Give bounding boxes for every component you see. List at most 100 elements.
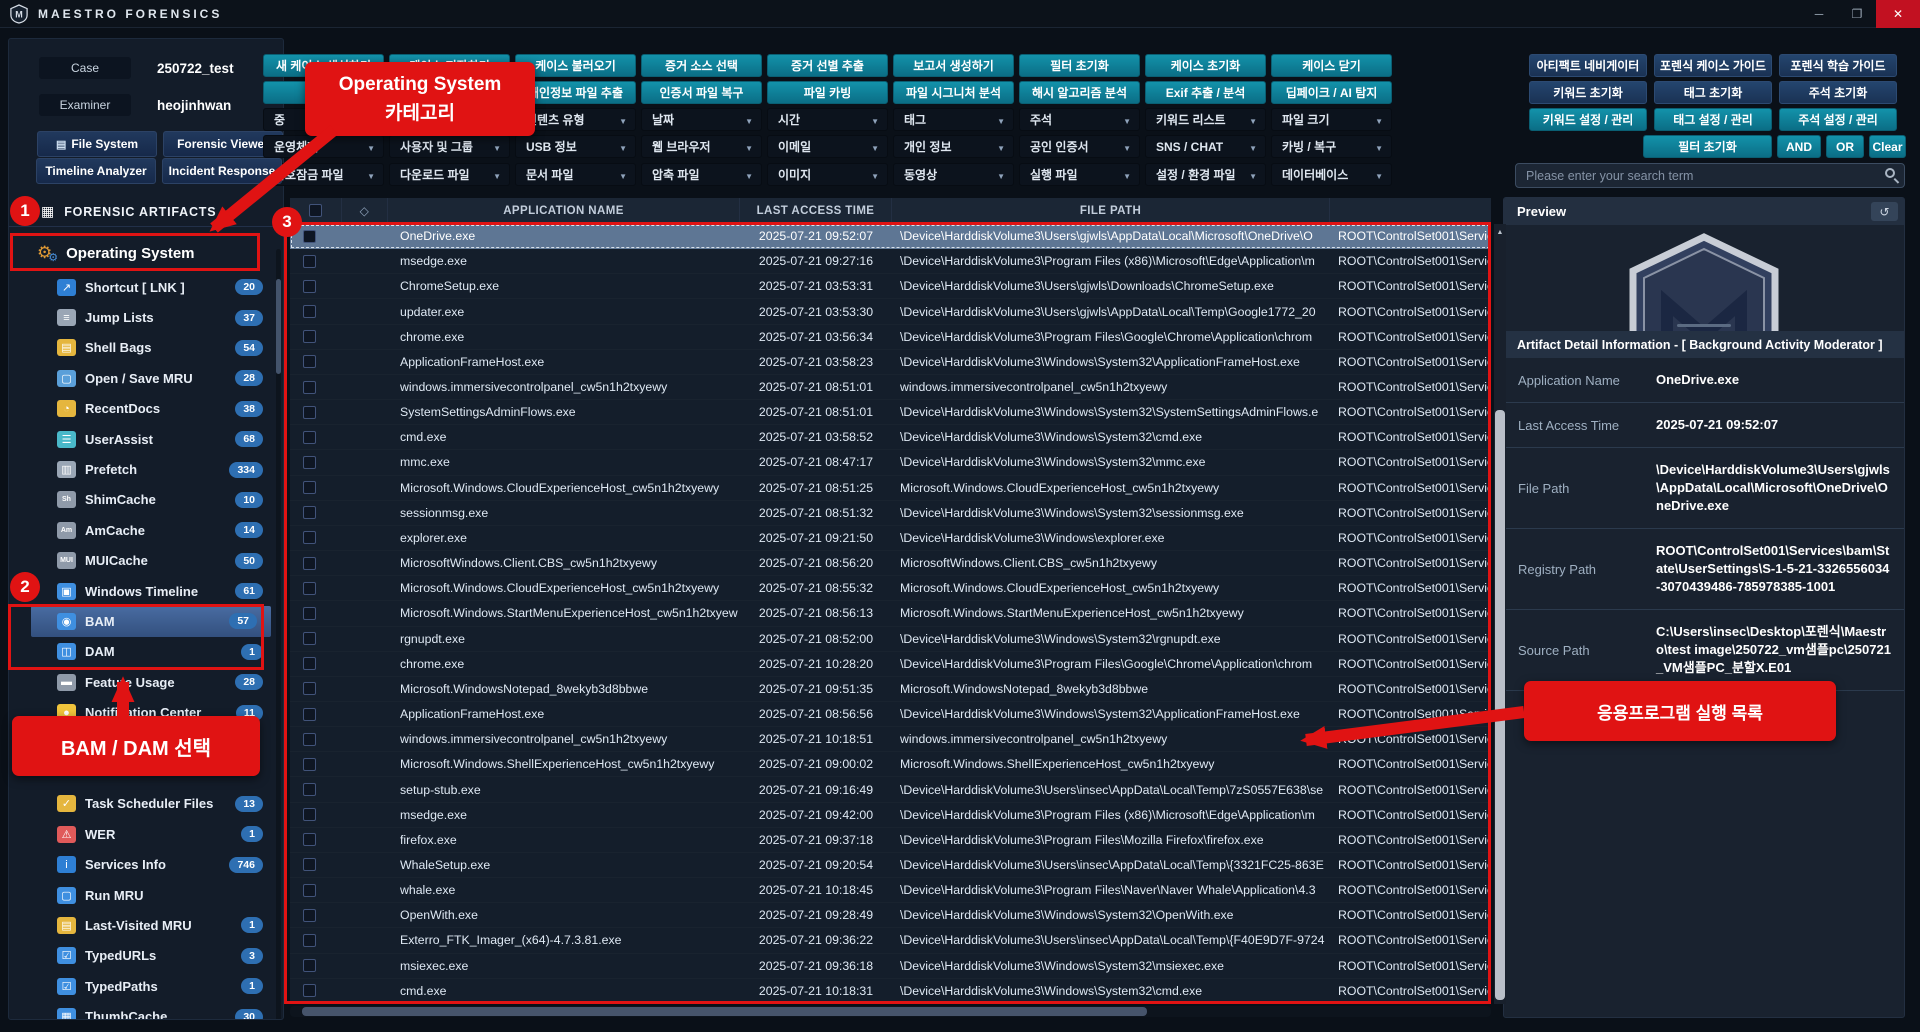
sidebar-artifact-item[interactable]: ☑ TypedPaths 1 (9, 971, 277, 1001)
row-checkbox[interactable] (303, 355, 316, 368)
table-row[interactable]: Microsoft.Windows.StartMenuExperienceHos… (290, 601, 1491, 626)
reset-button[interactable]: 키워드 초기화 (1529, 81, 1647, 104)
analysis-action-button[interactable] (389, 81, 510, 104)
filter-dropdown[interactable]: 데이터베이스 (1271, 163, 1392, 186)
case-action-button[interactable]: 증거 선별 추출 (767, 54, 888, 77)
analysis-action-button[interactable]: Exif 추출 / 분석 (1145, 81, 1266, 104)
row-checkbox[interactable] (303, 682, 316, 695)
filter-dropdown[interactable]: 컨텐츠 유형 (515, 108, 636, 131)
case-action-button[interactable]: 새 케이스 생성하기 (263, 54, 384, 77)
filter-dropdown[interactable] (389, 108, 510, 131)
table-horizontal-scrollbar[interactable] (290, 1006, 1491, 1017)
minimize-button[interactable]: ─ (1800, 0, 1838, 28)
sidebar-artifact-item[interactable]: ▣ Windows Timeline 61 (9, 576, 277, 606)
table-row[interactable]: SystemSettingsAdminFlows.exe 2025-07-21 … (290, 400, 1491, 425)
table-row[interactable]: cmd.exe 2025-07-21 03:58:52 \Device\Hard… (290, 425, 1491, 450)
case-action-button[interactable]: 케이스 저장하기 (389, 54, 510, 77)
row-checkbox[interactable] (303, 230, 316, 243)
table-row[interactable]: cmd.exe 2025-07-21 10:18:31 \Device\Hard… (290, 979, 1491, 1004)
filter-dropdown[interactable]: 이메일 (767, 135, 888, 158)
filter-dropdown[interactable]: 중 (263, 108, 384, 131)
sidebar-artifact-item[interactable]: ▢ Open / Save MRU 28 (9, 363, 277, 393)
row-checkbox[interactable] (303, 431, 316, 444)
filter-reset-button[interactable]: 필터 초기화 (1643, 135, 1772, 158)
table-row[interactable]: Exterro_FTK_Imager_(x64)-4.7.3.81.exe 20… (290, 928, 1491, 953)
row-checkbox[interactable] (303, 858, 316, 871)
clear-button[interactable]: Clear (1869, 135, 1906, 158)
case-action-button[interactable]: 필터 초기화 (1019, 54, 1140, 77)
table-vertical-scroll-thumb[interactable] (1495, 410, 1505, 1000)
filter-dropdown[interactable]: 압축 파일 (641, 163, 762, 186)
row-checkbox[interactable] (303, 758, 316, 771)
row-checkbox[interactable] (303, 557, 316, 570)
module-nav-button[interactable]: ▤File System (37, 131, 157, 157)
guide-button[interactable]: 포렌식 학습 가이드 (1779, 54, 1897, 77)
row-checkbox[interactable] (303, 330, 316, 343)
filter-dropdown[interactable]: 다운로드 파일 (389, 163, 510, 186)
table-row[interactable]: Microsoft.Windows.ShellExperienceHost_cw… (290, 752, 1491, 777)
filter-dropdown[interactable]: 태그 (893, 108, 1014, 131)
row-checkbox[interactable] (303, 783, 316, 796)
table-row[interactable]: msiexec.exe 2025-07-21 09:36:18 \Device\… (290, 954, 1491, 979)
row-checkbox[interactable] (303, 984, 316, 997)
sidebar-artifact-item[interactable]: ▬ Feature Usage 28 (9, 667, 277, 697)
filter-dropdown[interactable]: 공인 인증서 (1019, 135, 1140, 158)
filter-dropdown[interactable]: 사용자 및 그룹 (389, 135, 510, 158)
row-checkbox[interactable] (303, 305, 316, 318)
filter-dropdown[interactable]: 실행 파일 (1019, 163, 1140, 186)
sidebar-artifact-item[interactable]: ◫ DAM 1 (9, 637, 277, 667)
analysis-action-button[interactable]: 암 (263, 81, 384, 104)
and-button[interactable]: AND (1777, 135, 1821, 158)
case-action-button[interactable]: 케이스 불러오기 (515, 54, 636, 77)
row-checkbox[interactable] (303, 632, 316, 645)
table-row[interactable]: msedge.exe 2025-07-21 09:27:16 \Device\H… (290, 249, 1491, 274)
row-checkbox[interactable] (303, 934, 316, 947)
sidebar-artifact-item[interactable]: ✓ Task Scheduler Files 13 (9, 789, 277, 819)
row-checkbox[interactable] (303, 708, 316, 721)
analysis-action-button[interactable]: 해시 알고리즘 분석 (1019, 81, 1140, 104)
row-checkbox[interactable] (303, 607, 316, 620)
table-row[interactable]: OpenWith.exe 2025-07-21 09:28:49 \Device… (290, 903, 1491, 928)
sidebar-artifact-item[interactable]: ▦ ThumbCache 30 (9, 1001, 277, 1020)
case-action-button[interactable]: 케이스 초기화 (1145, 54, 1266, 77)
sidebar-artifact-item[interactable]: Sh ShimCache 10 (9, 485, 277, 515)
row-checkbox[interactable] (303, 833, 316, 846)
guide-button[interactable]: 포렌식 케이스 가이드 (1654, 54, 1772, 77)
sidebar-scroll-thumb[interactable] (276, 279, 281, 374)
table-row[interactable]: Microsoft.Windows.CloudExperienceHost_cw… (290, 576, 1491, 601)
filter-dropdown[interactable]: 날짜 (641, 108, 762, 131)
row-checkbox[interactable] (303, 909, 316, 922)
filter-dropdown[interactable]: 이미지 (767, 163, 888, 186)
timeline-analyzer-button[interactable]: Timeline Analyzer (36, 158, 156, 184)
sidebar-artifact-item[interactable]: ☑ TypedURLs 3 (9, 941, 277, 971)
sidebar-artifact-item[interactable]: ☰ UserAssist 68 (9, 424, 277, 454)
table-row[interactable]: sessionmsg.exe 2025-07-21 08:51:32 \Devi… (290, 501, 1491, 526)
table-row[interactable]: whale.exe 2025-07-21 10:18:45 \Device\Ha… (290, 878, 1491, 903)
close-button[interactable]: ✕ (1876, 0, 1920, 28)
filter-dropdown[interactable]: 웹 브라우저 (641, 135, 762, 158)
sidebar-artifact-item[interactable]: ≡ Jump Lists 37 (9, 302, 277, 332)
manage-button[interactable]: 키워드 설정 / 관리 (1529, 108, 1647, 131)
sidebar-artifact-item[interactable]: ▥ Prefetch 334 (9, 454, 277, 484)
select-all-checkbox[interactable] (309, 204, 322, 217)
table-horizontal-scroll-thumb[interactable] (302, 1007, 1147, 1016)
row-checkbox[interactable] (303, 733, 316, 746)
table-row[interactable]: ChromeSetup.exe 2025-07-21 03:53:31 \Dev… (290, 274, 1491, 299)
table-row[interactable]: WhaleSetup.exe 2025-07-21 09:20:54 \Devi… (290, 853, 1491, 878)
manage-button[interactable]: 태그 설정 / 관리 (1654, 108, 1772, 131)
row-checkbox[interactable] (303, 808, 316, 821)
table-row[interactable]: updater.exe 2025-07-21 03:53:30 \Device\… (290, 299, 1491, 324)
reset-button[interactable]: 태그 초기화 (1654, 81, 1772, 104)
header-registry-path[interactable] (1330, 198, 1491, 223)
sidebar-artifact-item[interactable]: Am AmCache 14 (9, 515, 277, 545)
header-last-access-time[interactable]: LAST ACCESS TIME (740, 198, 892, 223)
table-row[interactable]: Microsoft.Windows.CloudExperienceHost_cw… (290, 476, 1491, 501)
sidebar-artifact-item[interactable]: ▢ Run MRU (9, 880, 277, 910)
case-action-button[interactable]: 증거 소스 선택 (641, 54, 762, 77)
filter-dropdown[interactable]: 개인 정보 (893, 135, 1014, 158)
header-file-path[interactable]: FILE PATH (892, 198, 1330, 223)
row-checkbox[interactable] (303, 959, 316, 972)
search-input[interactable] (1515, 163, 1905, 188)
table-row[interactable]: MicrosoftWindows.Client.CBS_cw5n1h2txyew… (290, 551, 1491, 576)
analysis-action-button[interactable]: 파일 시그니처 분석 (893, 81, 1014, 104)
